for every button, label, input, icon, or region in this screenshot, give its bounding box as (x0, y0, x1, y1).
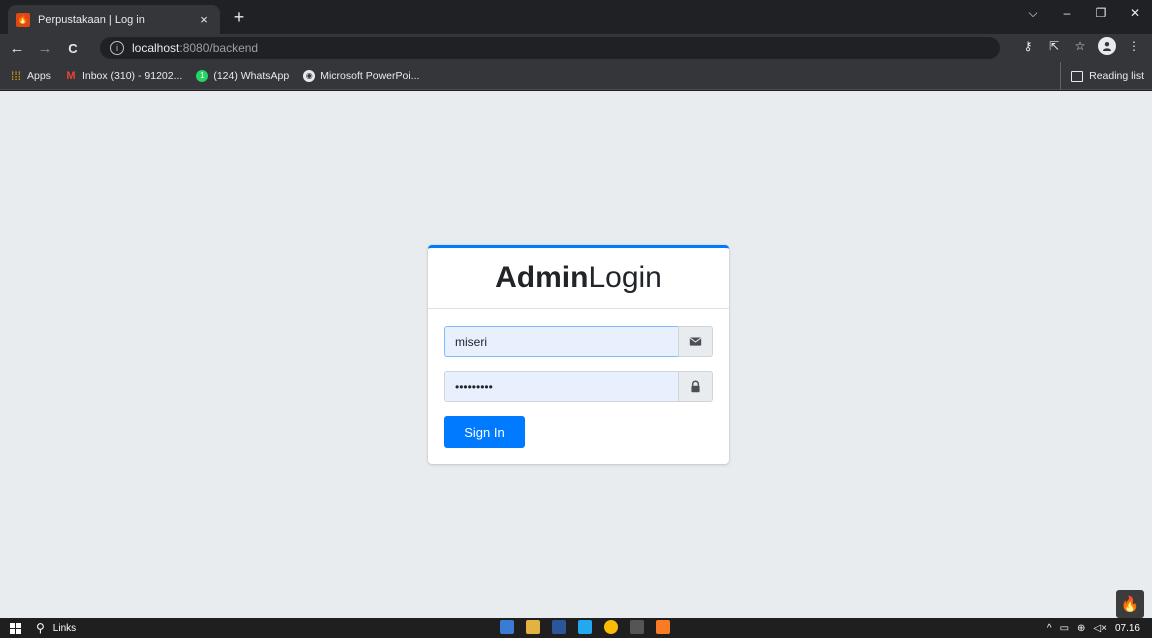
profile-avatar-icon[interactable] (1098, 37, 1116, 55)
username-group (444, 326, 713, 357)
forward-button[interactable]: → (34, 37, 56, 59)
network-globe-icon[interactable]: ⊕ (1077, 623, 1085, 634)
globe-icon: ◉ (303, 69, 316, 82)
bookmark-powerpoint[interactable]: ◉ Microsoft PowerPoi... (303, 69, 420, 82)
password-key-icon[interactable]: ⚷ (1020, 39, 1036, 53)
address-bar[interactable]: i localhost :8080/backend (100, 37, 1000, 59)
url-path: :8080/backend (179, 41, 259, 55)
browser-toolbar: ← → C i localhost :8080/backend ⚷ ⇱ ☆ ⋮ (0, 34, 1152, 62)
back-button[interactable]: ← (6, 37, 28, 59)
windows-logo-icon (9, 622, 21, 634)
battery-icon[interactable]: ▭ (1060, 623, 1069, 634)
site-info-icon[interactable]: i (110, 41, 124, 55)
codeigniter-toolbar-icon[interactable]: 🔥 (1116, 590, 1144, 618)
terminal-icon[interactable] (630, 620, 644, 634)
password-input[interactable] (444, 371, 678, 402)
bookmark-label: (124) WhatsApp (213, 69, 290, 82)
reload-button[interactable]: C (62, 37, 84, 59)
vscode-icon[interactable] (578, 620, 592, 634)
login-card: AdminLogin Sign In (428, 245, 729, 464)
word-icon[interactable] (552, 620, 566, 634)
windows-taskbar: ⚲ Links ^ ▭ ⊕ ◁× 07.16 (0, 618, 1152, 638)
bookmark-star-icon[interactable]: ☆ (1072, 39, 1088, 53)
tab-close-icon[interactable]: × (196, 12, 212, 27)
browser-tab[interactable]: 🔥 Perpustakaan | Log in × (8, 5, 220, 34)
lock-icon (678, 371, 713, 402)
envelope-icon (678, 326, 713, 357)
close-window-button[interactable]: ✕ (1118, 0, 1152, 26)
whatsapp-icon: 1 (196, 69, 209, 82)
tab-search-dropdown-icon[interactable]: ⌵ (1016, 0, 1050, 26)
url-host: localhost (132, 41, 180, 55)
tray-clock[interactable]: 07.16 (1115, 623, 1140, 634)
bookmark-label: Microsoft PowerPoi... (320, 69, 420, 82)
login-form: Sign In (428, 309, 729, 465)
search-icon[interactable]: ⚲ (36, 621, 45, 635)
page-content: AdminLogin Sign In 🔥 (0, 91, 1152, 618)
chrome-icon[interactable] (604, 620, 618, 634)
bookmark-label: Apps (27, 69, 51, 82)
bookmarks-bar: ⁞⁞⁞ Apps M Inbox (310) - 91202... 1 (124… (0, 62, 1152, 90)
window-controls: ⌵ – ❐ ✕ (1016, 0, 1152, 28)
taskbar-search-label[interactable]: Links (53, 623, 76, 634)
login-title: AdminLogin (495, 261, 662, 295)
username-input[interactable] (444, 326, 678, 357)
reading-list-icon (1071, 70, 1084, 82)
browser-tab-strip: 🔥 Perpustakaan | Log in × + ⌵ – ❐ ✕ (0, 0, 1152, 34)
new-tab-button[interactable]: + (228, 6, 250, 28)
codeigniter-favicon-icon: 🔥 (16, 12, 30, 27)
minimize-button[interactable]: – (1050, 0, 1084, 26)
desktop-app-icon[interactable] (500, 620, 514, 634)
bookmark-gmail[interactable]: M Inbox (310) - 91202... (65, 70, 182, 82)
restore-button[interactable]: ❐ (1084, 0, 1118, 26)
bookmark-apps[interactable]: ⁞⁞⁞ Apps (10, 68, 51, 83)
reading-list-button[interactable]: Reading list (1060, 62, 1144, 90)
bookmark-whatsapp[interactable]: 1 (124) WhatsApp (196, 69, 290, 82)
tray-chevron-icon[interactable]: ^ (1047, 623, 1052, 634)
taskbar-apps (500, 620, 670, 634)
browser-menu-icon[interactable]: ⋮ (1126, 39, 1142, 53)
apps-grid-icon: ⁞⁞⁞ (10, 68, 21, 83)
login-title-bold: Admin (495, 261, 589, 294)
toolbar-actions: ⚷ ⇱ ☆ ⋮ (1020, 37, 1142, 55)
reading-list-label: Reading list (1089, 70, 1144, 82)
xampp-icon[interactable] (656, 620, 670, 634)
volume-muted-icon[interactable]: ◁× (1093, 623, 1107, 634)
gmail-icon: M (66, 69, 76, 82)
password-group (444, 371, 713, 402)
share-icon[interactable]: ⇱ (1046, 39, 1062, 53)
system-tray: ^ ▭ ⊕ ◁× 07.16 (1047, 618, 1140, 638)
login-card-header: AdminLogin (428, 248, 729, 309)
tab-title: Perpustakaan | Log in (38, 13, 145, 26)
windows-start-button[interactable] (0, 618, 30, 638)
login-title-rest: Login (588, 261, 662, 294)
bookmark-label: Inbox (310) - 91202... (81, 69, 183, 82)
file-explorer-icon[interactable] (526, 620, 540, 634)
sign-in-button[interactable]: Sign In (444, 416, 525, 448)
